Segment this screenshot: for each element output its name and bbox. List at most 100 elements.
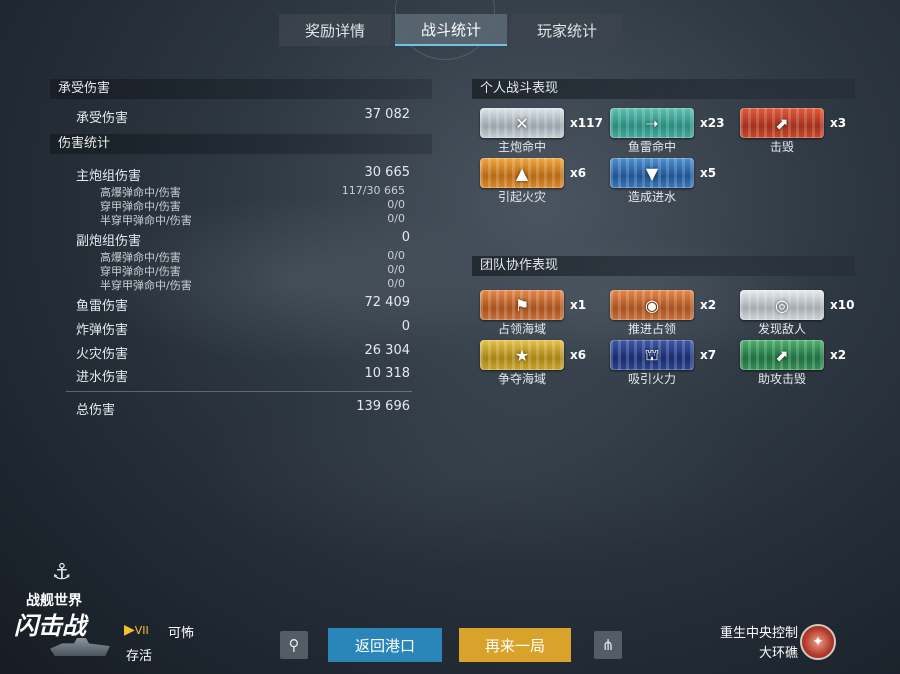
map-emblem-icon: ✦ — [800, 624, 836, 660]
row-label: 半穿甲弹命中/伤害 — [100, 279, 192, 292]
main-battery-row: 主炮组伤害 30 665 — [76, 165, 410, 184]
destroyer-class-icon: ▶ — [124, 622, 135, 638]
personal-performance-header: 个人战斗表现 — [472, 79, 855, 99]
medal-capture-progress[interactable]: ◉ x2 推进占领 — [610, 290, 740, 340]
damage-received-row: 承受伤害 37 082 — [76, 107, 410, 126]
row-value: 0 — [401, 319, 410, 334]
ribbon: ➝ — [610, 108, 694, 138]
capture-circle-icon: ◉ — [645, 295, 659, 315]
medal-count: x1 — [570, 298, 587, 312]
ribbon: ⬈ — [740, 340, 824, 370]
medal-contest[interactable]: ★ x6 争夺海域 — [480, 340, 610, 390]
medal-count: x5 — [700, 166, 717, 180]
ship-name: 可怖 — [168, 626, 195, 641]
medal-destroyed[interactable]: ⬈ x3 击毁 — [740, 108, 870, 158]
torpedo-icon: ➝ — [645, 113, 659, 133]
medal-label: 主炮命中 — [497, 140, 546, 154]
row-value: 72 409 — [364, 295, 411, 310]
row-label: 鱼雷伤害 — [76, 299, 129, 314]
medal-label: 争夺海域 — [497, 372, 546, 386]
share-button[interactable]: ⋔ — [594, 631, 622, 659]
row-label: 副炮组伤害 — [76, 234, 142, 249]
medal-torpedo-hits[interactable]: ➝ x23 鱼雷命中 — [610, 108, 740, 158]
divider — [66, 391, 412, 392]
medal-count: x2 — [700, 298, 717, 312]
bomb-row: 炸弹伤害 0 — [76, 319, 410, 338]
medal-count: x117 — [570, 116, 603, 130]
ribbon: ✕ — [480, 108, 564, 138]
medal-label: 鱼雷命中 — [627, 140, 676, 154]
medal-label: 助攻击毁 — [757, 372, 806, 386]
medal-assist-kill[interactable]: ⬈ x2 助攻击毁 — [740, 340, 870, 390]
search-button[interactable]: ⚲ — [280, 631, 308, 659]
medal-tanking[interactable]: ⛫ x7 吸引火力 — [610, 340, 740, 390]
ship-tier: VII — [134, 624, 149, 637]
total-damage-row: 总伤害 139 696 — [76, 399, 410, 418]
search-icon: ⚲ — [288, 636, 300, 654]
secondary-sap-row: 半穿甲弹命中/伤害 0/0 — [100, 277, 405, 293]
tab-player-stats[interactable]: 玩家统计 — [511, 14, 623, 46]
medal-label: 引起火灾 — [497, 190, 546, 204]
row-value: 37 082 — [364, 107, 411, 122]
row-value: 0/0 — [387, 212, 405, 225]
play-again-button[interactable]: 再来一局 — [459, 628, 571, 662]
ribbon: ⬈ — [740, 108, 824, 138]
medal-count: x2 — [830, 348, 847, 362]
tank-ship-icon: ⛫ — [644, 344, 660, 364]
row-value: 10 318 — [364, 366, 411, 381]
ribbon: ▲ — [480, 158, 564, 188]
row-label: 总伤害 — [76, 403, 116, 418]
medal-count: x3 — [830, 116, 847, 130]
row-label: 承受伤害 — [76, 111, 129, 126]
contest-star-icon: ★ — [514, 345, 530, 365]
medal-spotting[interactable]: ◎ x10 发现敌人 — [740, 290, 870, 340]
radar-icon: ◎ — [775, 295, 789, 315]
medal-count: x6 — [570, 348, 587, 362]
return-to-port-button[interactable]: 返回港口 — [328, 628, 442, 662]
sinking-ship-icon: ⬈ — [775, 113, 789, 133]
map-name: 大环礁 — [758, 646, 798, 661]
ribbon: ◎ — [740, 290, 824, 320]
medal-fires-set[interactable]: ▲ x6 引起火灾 — [480, 158, 610, 208]
ribbon: ⚑ — [480, 290, 564, 320]
tab-rewards[interactable]: 奖励详情 — [279, 14, 391, 46]
logo-line2: 闪击战 — [14, 612, 86, 640]
flood-row: 进水伤害 10 318 — [76, 366, 410, 385]
row-value: 30 665 — [364, 165, 411, 180]
damage-stats-header: 伤害统计 — [50, 134, 432, 154]
medal-label: 击毁 — [769, 140, 794, 154]
row-label: 主炮组伤害 — [76, 169, 142, 184]
row-value: 0/0 — [387, 277, 405, 290]
fire-icon: ▲ — [515, 163, 529, 183]
medal-label: 造成进水 — [627, 190, 676, 204]
medal-count: x23 — [700, 116, 725, 130]
row-label: 炸弹伤害 — [76, 323, 129, 338]
main-sap-row: 半穿甲弹命中/伤害 0/0 — [100, 212, 405, 228]
tab-battle-stats[interactable]: 战斗统计 — [395, 14, 507, 46]
damage-received-header: 承受伤害 — [50, 79, 432, 99]
row-value: 139 696 — [356, 399, 410, 414]
ribbon: ▼ — [610, 158, 694, 188]
medal-flooding-caused[interactable]: ▼ x5 造成进水 — [610, 158, 740, 208]
ribbon: ⛫ — [610, 340, 694, 370]
medal-main-battery-hits[interactable]: ✕ x117 主炮命中 — [480, 108, 610, 158]
flood-icon: ▼ — [645, 163, 659, 183]
crossed-shells-icon: ✕ — [515, 113, 529, 133]
row-value: 26 304 — [364, 343, 411, 358]
medal-label: 吸引火力 — [627, 372, 676, 386]
medal-capture[interactable]: ⚑ x1 占领海域 — [480, 290, 610, 340]
tab-bar: 奖励详情 战斗统计 玩家统计 — [279, 14, 623, 46]
team-performance-header: 团队协作表现 — [472, 256, 855, 276]
ribbon: ◉ — [610, 290, 694, 320]
flag-icon: ⚑ — [514, 295, 530, 315]
map-info: 重生中央控制 大环礁 — [714, 624, 798, 664]
fire-row: 火灾伤害 26 304 — [76, 343, 410, 362]
medal-count: x6 — [570, 166, 587, 180]
game-mode-name: 重生中央控制 — [719, 626, 798, 641]
survival-status: 存活 — [126, 649, 153, 664]
row-value: 0 — [401, 230, 410, 245]
medal-label: 发现敌人 — [757, 322, 806, 336]
game-logo: ⚓ 战舰世界 闪击战 — [10, 560, 120, 665]
anchor-icon: ⚓ — [52, 560, 72, 585]
medal-label: 推进占领 — [627, 322, 676, 336]
